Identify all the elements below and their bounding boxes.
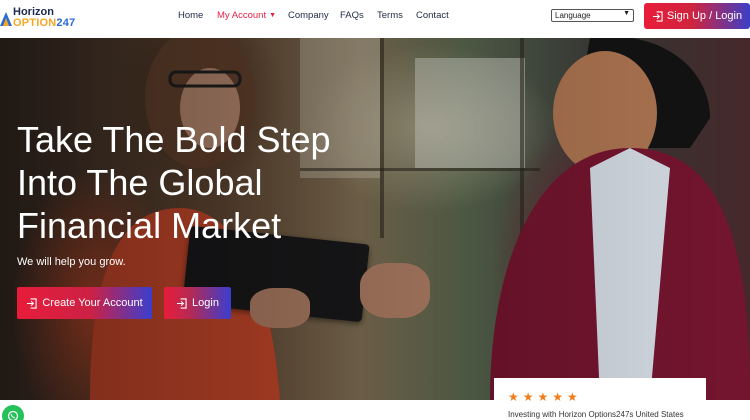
signup-login-label: Sign Up / Login <box>666 10 743 22</box>
language-select-value: Language <box>555 11 591 20</box>
login-icon <box>27 297 37 309</box>
nav-company[interactable]: Company <box>288 10 329 21</box>
nav-my-account[interactable]: My Account ▼ <box>217 10 276 21</box>
whatsapp-icon <box>7 410 19 420</box>
nav-faqs[interactable]: FAQs <box>340 10 364 21</box>
hero-login-button[interactable]: Login <box>164 287 231 319</box>
hero-section: Take The Bold Step Into The Global Finan… <box>0 38 750 400</box>
chevron-down-icon: ▼ <box>623 10 630 17</box>
rating-stars: ★★★★★ <box>508 390 582 404</box>
review-card: ★★★★★ Investing with Horizon Options247s… <box>494 378 706 420</box>
nav-contact[interactable]: Contact <box>416 10 449 21</box>
brand-name-line2: OPTION247 <box>13 17 76 29</box>
language-select[interactable]: Language ▼ <box>551 9 634 22</box>
logo-mark-icon <box>0 12 12 26</box>
signup-login-button[interactable]: Sign Up / Login <box>644 3 750 29</box>
nav-home[interactable]: Home <box>178 10 203 21</box>
chevron-down-icon: ▼ <box>269 12 277 19</box>
create-account-button[interactable]: Create Your Account <box>17 287 152 319</box>
hero-subtext: We will help you grow. <box>17 256 126 268</box>
create-account-label: Create Your Account <box>42 297 143 309</box>
login-icon <box>652 10 663 22</box>
login-icon <box>176 297 187 309</box>
site-header: Horizon OPTION247 Home My Account ▼ Compa… <box>0 0 750 38</box>
brand-logo[interactable]: Horizon OPTION247 <box>0 4 78 32</box>
hero-headline: Take The Bold Step Into The Global Finan… <box>17 119 331 246</box>
whatsapp-chat-button[interactable] <box>2 405 24 420</box>
review-text: Investing with Horizon Options247s Unite… <box>508 410 684 419</box>
nav-terms[interactable]: Terms <box>377 10 403 21</box>
hero-login-label: Login <box>192 297 219 309</box>
